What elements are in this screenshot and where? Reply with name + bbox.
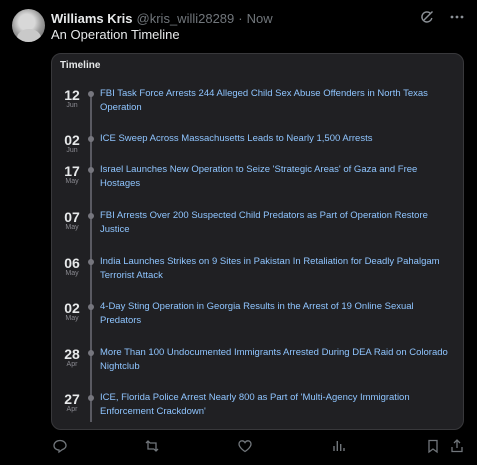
event-day: 28 xyxy=(64,346,80,362)
repost-icon[interactable] xyxy=(144,438,160,454)
bookmark-icon[interactable] xyxy=(425,438,441,454)
event-title[interactable]: FBI Arrests Over 200 Suspected Child Pre… xyxy=(100,209,456,237)
timeline-dot xyxy=(88,259,94,265)
event-title[interactable]: India Launches Strikes on 9 Sites in Pak… xyxy=(100,255,456,283)
event-day: 02 xyxy=(64,300,80,316)
post: Williams Kris @kris_willi28289 · Now An … xyxy=(0,0,477,465)
event-day: 06 xyxy=(64,255,80,271)
event-day: 27 xyxy=(64,391,80,407)
post-text: An Operation Timeline xyxy=(51,27,180,42)
event-day: 17 xyxy=(64,163,80,179)
separator-dot: · xyxy=(238,10,243,26)
event-title[interactable]: Israel Launches New Operation to Seize '… xyxy=(100,163,456,191)
event-month: May xyxy=(65,315,79,322)
timeline-dot xyxy=(88,213,94,219)
event-day: 07 xyxy=(64,209,80,225)
post-time[interactable]: Now xyxy=(247,11,273,26)
timeline-event: 12 Jun FBI Task Force Arrests 244 Allege… xyxy=(52,87,465,127)
event-day: 12 xyxy=(64,87,80,103)
grok-icon[interactable] xyxy=(419,9,435,25)
event-day: 02 xyxy=(64,132,80,148)
timeline-event: 06 May India Launches Strikes on 9 Sites… xyxy=(52,255,465,295)
timeline-event: 28 Apr More Than 100 Undocumented Immigr… xyxy=(52,346,465,386)
timeline-dot xyxy=(88,304,94,310)
more-icon[interactable] xyxy=(449,9,465,25)
author-name[interactable]: Williams Kris xyxy=(51,11,133,26)
timeline-dot xyxy=(88,167,94,173)
author-handle[interactable]: @kris_willi28289 xyxy=(137,11,235,26)
header-icons xyxy=(419,9,465,25)
event-month: Apr xyxy=(66,406,78,413)
event-month: May xyxy=(65,270,79,277)
timeline-event: 27 Apr ICE, Florida Police Arrest Nearly… xyxy=(52,391,465,431)
event-title[interactable]: 4-Day Sting Operation in Georgia Results… xyxy=(100,300,456,328)
event-month: May xyxy=(65,224,79,231)
event-month: Jun xyxy=(66,102,78,109)
timeline-event: 07 May FBI Arrests Over 200 Suspected Ch… xyxy=(52,209,465,249)
timeline-event: 02 May 4-Day Sting Operation in Georgia … xyxy=(52,300,465,340)
share-icon[interactable] xyxy=(449,438,465,454)
timeline-event: 17 May Israel Launches New Operation to … xyxy=(52,163,465,203)
like-icon[interactable] xyxy=(237,438,253,454)
reply-icon[interactable] xyxy=(52,438,68,454)
event-month: Jun xyxy=(66,147,78,154)
action-bar xyxy=(0,438,477,460)
event-title[interactable]: FBI Task Force Arrests 244 Alleged Child… xyxy=(100,87,456,115)
event-month: Apr xyxy=(66,361,78,368)
event-title[interactable]: ICE Sweep Across Massachusetts Leads to … xyxy=(100,132,456,146)
card-title: Timeline xyxy=(60,60,101,71)
avatar[interactable] xyxy=(12,9,45,42)
timeline-dot xyxy=(88,91,94,97)
event-title[interactable]: More Than 100 Undocumented Immigrants Ar… xyxy=(100,346,456,374)
views-icon[interactable] xyxy=(331,438,347,454)
timeline-dot xyxy=(88,395,94,401)
timeline-dot xyxy=(88,350,94,356)
event-title[interactable]: ICE, Florida Police Arrest Nearly 800 as… xyxy=(100,391,456,419)
post-header: Williams Kris @kris_willi28289 · Now xyxy=(51,9,465,27)
event-month: May xyxy=(65,178,79,185)
timeline-dot xyxy=(88,136,94,142)
timeline-card: Timeline 12 Jun FBI Task Force Arrests 2… xyxy=(51,53,464,430)
